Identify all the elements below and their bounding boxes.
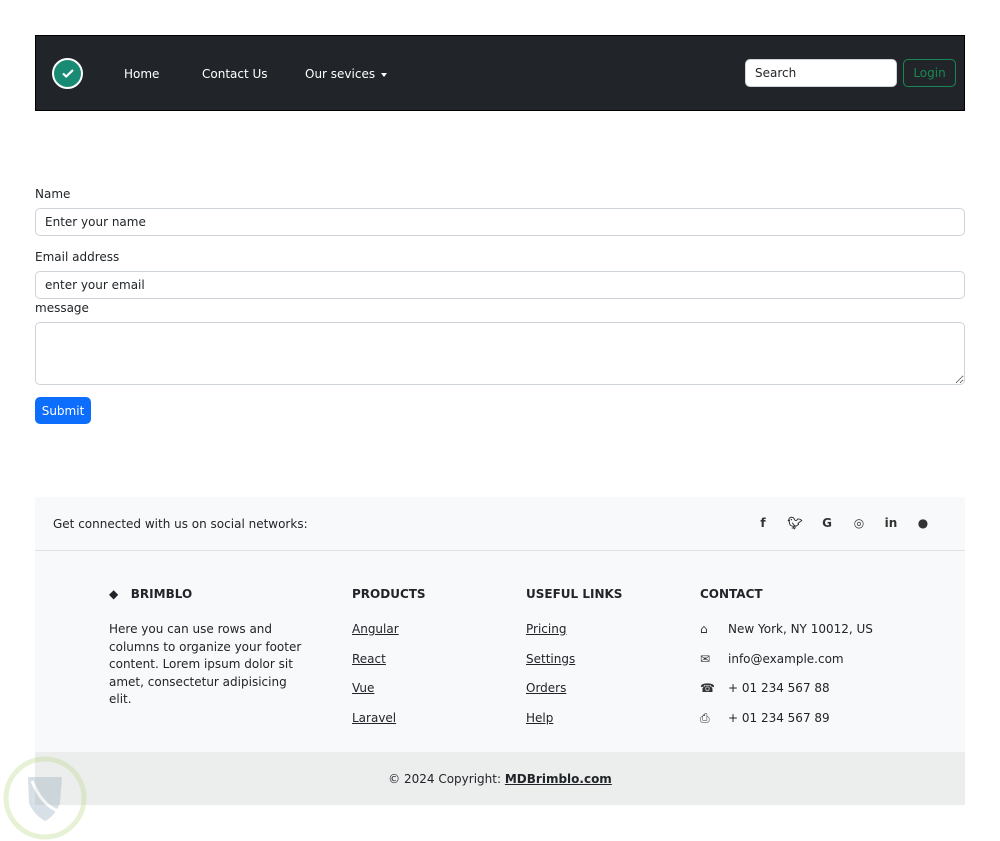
linkedin-icon[interactable]: in bbox=[883, 516, 899, 530]
copyright-bar: © 2024 Copyright: MDBrimblo.com bbox=[35, 752, 965, 805]
message-textarea[interactable] bbox=[35, 322, 965, 385]
google-icon[interactable]: G bbox=[819, 516, 835, 530]
nav-home[interactable]: Home bbox=[124, 67, 159, 81]
navbar: Home Contact Us Our sevices Login bbox=[35, 35, 965, 111]
brand-logo-check-icon[interactable] bbox=[52, 57, 83, 89]
twitter-icon[interactable]: 🐦︎ bbox=[787, 516, 803, 530]
footer-brand-column: ◆ BRIMBLO Here you can use rows and colu… bbox=[109, 587, 309, 709]
useful-link[interactable]: Orders bbox=[526, 680, 622, 697]
product-link[interactable]: Angular bbox=[352, 621, 426, 638]
nav-services-label: Our sevices bbox=[305, 67, 376, 81]
brand-description: Here you can use rows and columns to org… bbox=[109, 622, 302, 706]
contact-title: CONTACT bbox=[700, 587, 763, 601]
home-icon: ⌂ bbox=[700, 622, 708, 636]
print-icon: ⎙ bbox=[700, 710, 710, 725]
footer-links-column: USEFUL LINKS Pricing Settings Orders Hel… bbox=[526, 587, 622, 739]
instagram-icon[interactable]: ◎ bbox=[851, 516, 867, 530]
useful-links-title: USEFUL LINKS bbox=[526, 587, 623, 601]
nav-contact-us[interactable]: Contact Us bbox=[202, 67, 268, 81]
contact-fax: + 01 234 567 89 bbox=[728, 710, 830, 725]
search-input[interactable] bbox=[745, 59, 897, 87]
social-bar: Get connected with us on social networks… bbox=[35, 497, 965, 551]
useful-link[interactable]: Help bbox=[526, 710, 622, 727]
submit-button[interactable]: Submit bbox=[35, 397, 91, 424]
brand-title: BRIMBLO bbox=[130, 587, 193, 601]
copyright-link[interactable]: MDBrimblo.com bbox=[505, 772, 612, 786]
contact-phone: + 01 234 567 88 bbox=[728, 681, 830, 695]
message-label: message bbox=[35, 301, 89, 315]
useful-link[interactable]: Settings bbox=[526, 651, 622, 668]
github-icon[interactable]: ● bbox=[915, 516, 931, 530]
envelope-icon: ✉ bbox=[700, 651, 711, 666]
footer: Get connected with us on social networks… bbox=[35, 497, 965, 805]
email-input[interactable] bbox=[35, 271, 965, 299]
useful-link[interactable]: Pricing bbox=[526, 621, 622, 638]
watermark-shield-logo bbox=[3, 756, 87, 840]
footer-contact-column: CONTACT ⌂ New York, NY 10012, US ✉ info@ex… bbox=[700, 587, 873, 739]
email-label: Email address bbox=[35, 250, 120, 264]
product-link[interactable]: Laravel bbox=[352, 710, 426, 727]
login-button[interactable]: Login bbox=[903, 59, 956, 87]
product-link[interactable]: Vue bbox=[352, 680, 426, 697]
gem-icon: ◆ bbox=[109, 587, 119, 601]
contact-address: New York, NY 10012, US bbox=[728, 622, 873, 636]
copyright-text: © 2024 Copyright: bbox=[388, 771, 502, 786]
name-label: Name bbox=[35, 187, 71, 201]
name-input[interactable] bbox=[35, 208, 965, 236]
contact-email: info@example.com bbox=[728, 651, 844, 666]
products-title: PRODUCTS bbox=[352, 587, 426, 601]
facebook-icon[interactable]: f bbox=[755, 516, 771, 530]
social-text: Get connected with us on social networks… bbox=[53, 516, 308, 531]
product-link[interactable]: React bbox=[352, 651, 426, 668]
nav-our-services-dropdown[interactable]: Our sevices bbox=[305, 67, 388, 81]
footer-products-column: PRODUCTS Angular React Vue Laravel bbox=[352, 587, 426, 739]
phone-icon: ☎ bbox=[700, 681, 715, 695]
caret-down-icon bbox=[381, 72, 388, 77]
